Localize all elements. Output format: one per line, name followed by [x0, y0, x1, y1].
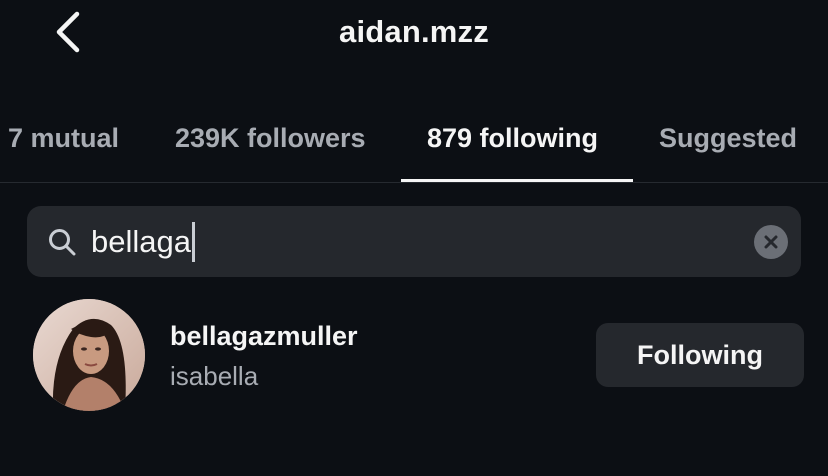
tab-following[interactable]: 879 following [427, 123, 598, 154]
clear-search-button[interactable] [754, 225, 788, 259]
tab-bar: 7 mutual 239K followers 879 following Su… [0, 96, 828, 182]
username: bellagazmuller [170, 321, 358, 351]
profile-photo [33, 299, 145, 411]
divider [0, 182, 828, 183]
search-bar[interactable]: bellaga [27, 206, 801, 277]
search-input-value: bellaga [91, 223, 191, 259]
search-icon [49, 229, 76, 256]
text-caret [191, 221, 195, 262]
page-title: aidan.mzz [339, 14, 489, 49]
tab-followers[interactable]: 239K followers [175, 123, 366, 154]
avatar[interactable] [33, 299, 145, 411]
screen: aidan.mzz 7 mutual 239K followers 879 fo… [0, 0, 828, 476]
following-button[interactable]: Following [596, 323, 804, 387]
clear-icon [764, 235, 778, 249]
tab-mutual[interactable]: 7 mutual [8, 123, 119, 154]
full-name: isabella [170, 361, 259, 391]
list-item[interactable]: bellagazmuller isabella Following [0, 297, 828, 415]
tab-suggested[interactable]: Suggested [659, 123, 797, 154]
header: aidan.mzz [0, 0, 828, 66]
search-input[interactable]: bellaga [91, 206, 691, 277]
